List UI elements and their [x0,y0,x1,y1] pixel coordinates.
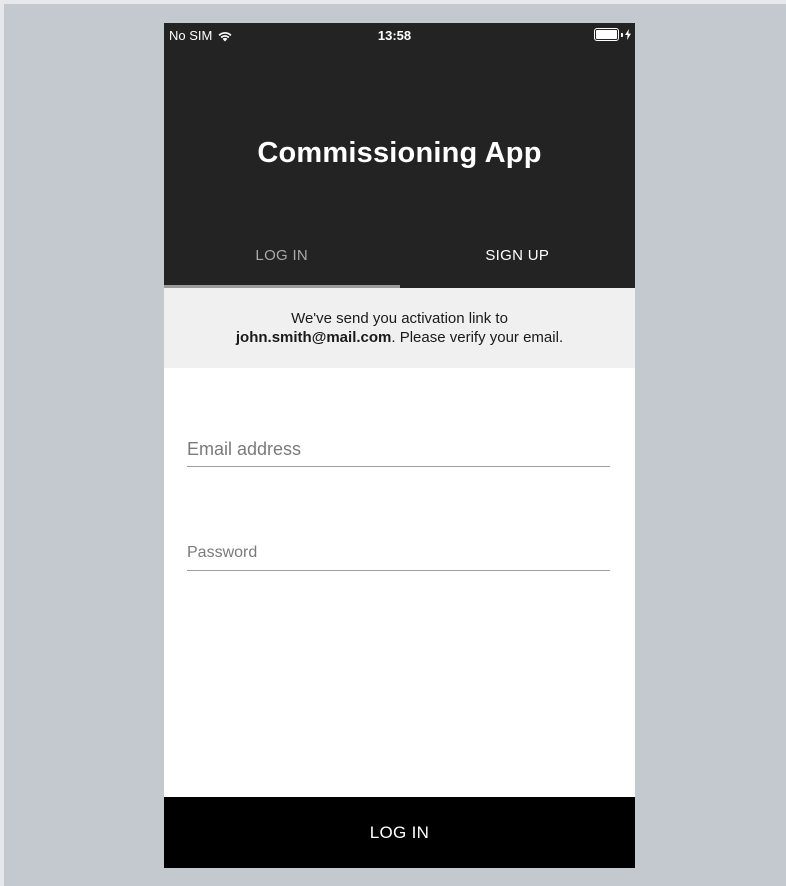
status-time-label: 13:58 [377,28,412,43]
status-time: 13:58 [164,28,635,43]
status-bar: No SIM 13:58 [164,23,635,47]
app-header: No SIM 13:58 Commissioning App LOG IN SI… [164,23,635,288]
tab-log-in-label: LOG IN [255,247,309,264]
password-input[interactable] [187,536,610,570]
battery-charging-icon [594,28,631,41]
log-in-button[interactable]: LOG IN [164,797,635,868]
bolt-icon [625,29,631,40]
battery-body [594,28,619,41]
app-title: Commissioning App [257,137,542,169]
notice-line-2: john.smith@mail.com. Please verify your … [164,328,635,347]
battery-fill [596,30,617,39]
battery-tip [621,32,623,37]
notice-line-2-suffix: . Please verify your email. [391,329,564,346]
password-field [187,536,610,571]
email-input[interactable] [187,432,610,466]
tab-sign-up[interactable]: SIGN UP [400,233,636,288]
phone-screen: No SIM 13:58 Commissioning App LOG IN SI… [164,23,635,868]
auth-tabs: LOG IN SIGN UP [164,233,635,288]
tab-log-in[interactable]: LOG IN [164,233,400,288]
activation-notice: We've send you activation link to john.s… [164,288,635,368]
notice-line-1: We've send you activation link to [291,310,508,327]
notice-email: john.smith@mail.com [235,329,392,346]
email-field [187,432,610,467]
tab-sign-up-label: SIGN UP [485,247,550,264]
